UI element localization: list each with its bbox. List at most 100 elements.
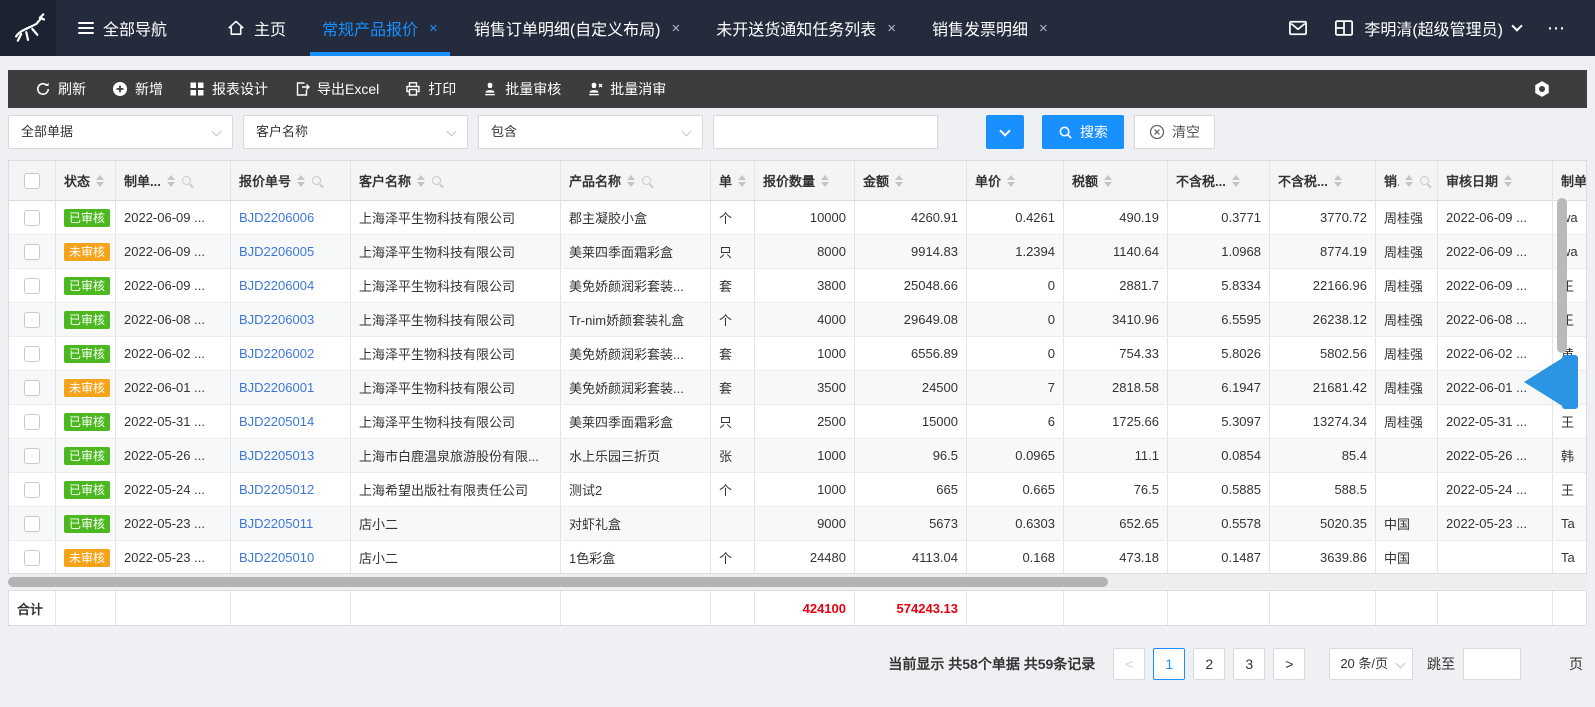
next-page-button[interactable]: >	[1273, 648, 1305, 680]
horizontal-scrollbar-thumb[interactable]	[8, 577, 1108, 587]
header-cell-quote_no[interactable]: 报价单号	[231, 161, 351, 200]
tab-1[interactable]: 常规产品报价×	[304, 0, 456, 56]
doc-type-select[interactable]: 全部单据	[8, 115, 233, 149]
row-checkbox[interactable]	[24, 380, 40, 396]
table-row[interactable]: 已审核2022-05-24 ...BJD2205012上海希望出版社有限责任公司…	[9, 473, 1587, 507]
quote-number-link[interactable]: BJD2206006	[239, 210, 314, 225]
page-button-2[interactable]: 2	[1193, 648, 1225, 680]
quote-number-link[interactable]: BJD2206001	[239, 380, 314, 395]
collapse-panel-handle[interactable]	[1524, 355, 1586, 409]
table-row[interactable]: 已审核2022-06-08 ...BJD2206003上海泽平生物科技有限公司T…	[9, 303, 1587, 337]
header-cell-nt_amount[interactable]: 不含税...	[1270, 161, 1376, 200]
table-row[interactable]: 已审核2022-05-26 ...BJD2205013上海市白鹿温泉旅游股份有限…	[9, 439, 1587, 473]
toolbar-button-grid[interactable]: 报表设计	[176, 70, 281, 108]
sort-icon[interactable]	[1504, 175, 1512, 187]
row-checkbox[interactable]	[24, 244, 40, 260]
table-row[interactable]: 已审核2022-05-31 ...BJD2205014上海泽平生物科技有限公司美…	[9, 405, 1587, 439]
table-row[interactable]: 未审核2022-06-09 ...BJD2206005上海泽平生物科技有限公司美…	[9, 235, 1587, 269]
toolbar-button-refresh[interactable]: 刷新	[22, 70, 99, 108]
row-checkbox[interactable]	[24, 482, 40, 498]
gear-icon[interactable]	[1533, 80, 1551, 98]
row-checkbox[interactable]	[24, 278, 40, 294]
row-checkbox[interactable]	[24, 312, 40, 328]
operator-select[interactable]: 包含	[478, 115, 703, 149]
horizontal-scrollbar[interactable]	[8, 576, 1587, 588]
toolbar-button-stamp[interactable]: 批量审核	[469, 70, 574, 108]
clear-button[interactable]: 清空	[1134, 115, 1215, 149]
tab-home[interactable]: 主页	[209, 0, 304, 56]
header-cell-status[interactable]: 状态	[56, 161, 116, 200]
row-checkbox[interactable]	[24, 210, 40, 226]
quote-number-link[interactable]: BJD2206005	[239, 244, 314, 259]
toolbar-button-print[interactable]: 打印	[392, 70, 469, 108]
header-cell-product[interactable]: 产品名称	[561, 161, 711, 200]
table-row[interactable]: 已审核2022-06-09 ...BJD2206004上海泽平生物科技有限公司美…	[9, 269, 1587, 303]
page-button-1[interactable]: 1	[1153, 648, 1185, 680]
quote-number-link[interactable]: BJD2206003	[239, 312, 314, 327]
more-menu[interactable]: ⋯	[1547, 18, 1567, 39]
header-cell-maker[interactable]: 制单	[1553, 161, 1587, 200]
sort-icon[interactable]	[1232, 175, 1240, 187]
tab-close-icon[interactable]: ×	[429, 20, 438, 37]
row-checkbox[interactable]	[24, 346, 40, 362]
header-cell-amount[interactable]: 金额	[855, 161, 967, 200]
tab-4[interactable]: 销售发票明细×	[914, 0, 1066, 56]
toolbar-button-stamp-x[interactable]: 批量消审	[574, 70, 679, 108]
prev-page-button[interactable]: <	[1113, 648, 1145, 680]
table-row[interactable]: 未审核2022-06-01 ...BJD2206001上海泽平生物科技有限公司美…	[9, 371, 1587, 405]
quote-number-link[interactable]: BJD2205013	[239, 448, 314, 463]
column-search-icon[interactable]	[182, 176, 191, 185]
sort-icon[interactable]	[1334, 175, 1342, 187]
sort-icon[interactable]	[417, 175, 425, 187]
tab-close-icon[interactable]: ×	[671, 20, 680, 37]
toolbar-button-plus[interactable]: 新增	[99, 70, 176, 108]
header-cell-make_date[interactable]: 制单...	[116, 161, 231, 200]
sort-icon[interactable]	[167, 175, 175, 187]
table-row[interactable]: 已审核2022-06-09 ...BJD2206006上海泽平生物科技有限公司郡…	[9, 201, 1587, 235]
user-menu[interactable]: 李明清(超级管理员)	[1334, 16, 1521, 40]
tab-3[interactable]: 未开送货通知任务列表×	[698, 0, 914, 56]
header-cell-tax[interactable]: 税额	[1064, 161, 1168, 200]
header-cell-price[interactable]: 单价	[967, 161, 1064, 200]
column-search-icon[interactable]	[1420, 176, 1429, 185]
header-cell-audit_date[interactable]: 审核日期	[1438, 161, 1553, 200]
column-search-icon[interactable]	[432, 176, 441, 185]
sort-icon[interactable]	[297, 175, 305, 187]
tab-close-icon[interactable]: ×	[887, 20, 896, 37]
keyword-input[interactable]	[713, 115, 938, 149]
mail-icon[interactable]	[1288, 18, 1308, 38]
row-checkbox[interactable]	[24, 516, 40, 532]
sort-icon[interactable]	[1007, 175, 1015, 187]
tab-2[interactable]: 销售订单明细(自定义布局)×	[456, 0, 698, 56]
expand-filters-button[interactable]	[986, 115, 1024, 149]
quote-number-link[interactable]: BJD2205012	[239, 482, 314, 497]
vertical-scrollbar[interactable]	[1557, 198, 1567, 353]
quote-number-link[interactable]: BJD2205010	[239, 550, 314, 565]
toolbar-button-export[interactable]: 导出Excel	[281, 70, 392, 108]
header-cell-nt_price[interactable]: 不含税...	[1168, 161, 1270, 200]
quote-number-link[interactable]: BJD2205011	[239, 516, 313, 531]
sort-icon[interactable]	[738, 175, 746, 187]
column-search-icon[interactable]	[312, 176, 321, 185]
sort-icon[interactable]	[627, 175, 635, 187]
field-select[interactable]: 客户名称	[243, 115, 468, 149]
jump-page-input[interactable]	[1463, 648, 1521, 680]
row-checkbox[interactable]	[24, 414, 40, 430]
quote-number-link[interactable]: BJD2206002	[239, 346, 314, 361]
all-nav-menu[interactable]: 全部导航	[56, 16, 193, 40]
column-search-icon[interactable]	[642, 176, 651, 185]
header-cell-customer[interactable]: 客户名称	[351, 161, 561, 200]
header-cell-sales[interactable]: 销.	[1376, 161, 1438, 200]
select-all-checkbox[interactable]	[24, 173, 40, 189]
quote-number-link[interactable]: BJD2206004	[239, 278, 314, 293]
tab-close-icon[interactable]: ×	[1039, 20, 1048, 37]
table-row[interactable]: 已审核2022-05-23 ...BJD2205011店小二对虾礼盒900056…	[9, 507, 1587, 541]
header-cell-qty[interactable]: 报价数量	[755, 161, 855, 200]
header-cell-unit[interactable]: 单.	[711, 161, 755, 200]
search-button[interactable]: 搜索	[1042, 115, 1124, 149]
sort-icon[interactable]	[895, 175, 903, 187]
table-row[interactable]: 已审核2022-06-02 ...BJD2206002上海泽平生物科技有限公司美…	[9, 337, 1587, 371]
sort-icon[interactable]	[1104, 175, 1112, 187]
quote-number-link[interactable]: BJD2205014	[239, 414, 314, 429]
page-size-select[interactable]: 20 条/页	[1329, 648, 1413, 680]
